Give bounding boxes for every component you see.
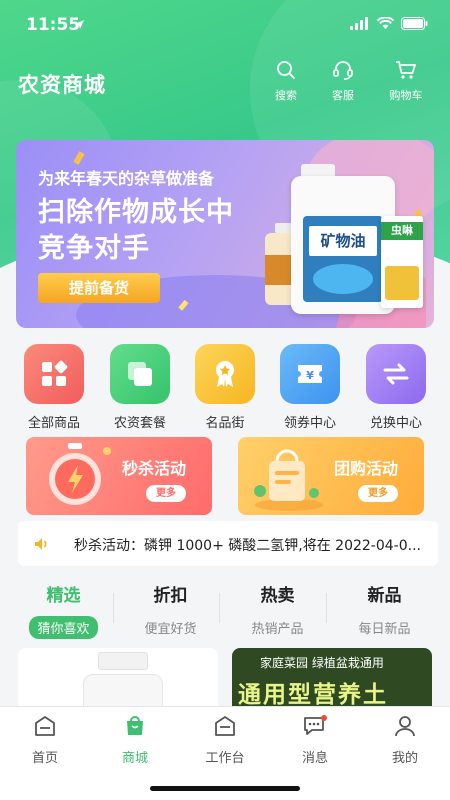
award-icon bbox=[195, 344, 255, 404]
tab-divider bbox=[326, 593, 327, 623]
tab-title: 热卖 bbox=[260, 586, 295, 606]
category-label: 兑换中心 bbox=[369, 416, 422, 431]
tab-subtitle: 猜你喜欢 bbox=[29, 616, 98, 639]
banner-headline-2: 竞争对手 bbox=[38, 233, 150, 264]
status-bar: 11:55 bbox=[0, 0, 450, 44]
feed-tabs: 精选 猜你喜欢 折扣 便宜好货 热卖 热销产品 新品 每日新品 bbox=[0, 575, 450, 639]
workbench-icon bbox=[215, 716, 235, 736]
category-label: 领券中心 bbox=[283, 416, 336, 431]
exchange-icon bbox=[366, 344, 426, 404]
tab-title: 精选 bbox=[46, 586, 81, 606]
insecticide-box-image: 虫啉 bbox=[381, 216, 423, 308]
cart-icon bbox=[396, 61, 416, 79]
tabbar-workbench[interactable]: 工作台 bbox=[185, 715, 265, 766]
home-indicator bbox=[150, 786, 300, 791]
grid-icon bbox=[24, 344, 84, 404]
customer-service-button[interactable]: 客服 bbox=[313, 60, 373, 103]
product-tagline: 家庭菜园 绿植盆栽通用 bbox=[260, 656, 384, 670]
promo-banner[interactable]: 为来年春天的杂草做准备 扫除作物成长中 竞争对手 提前备货 矿物油 虫啉 bbox=[16, 140, 434, 328]
category-label: 农资套餐 bbox=[113, 416, 166, 431]
banner-cta-button[interactable]: 提前备货 bbox=[38, 273, 160, 303]
tabbar-label: 商城 bbox=[121, 751, 148, 766]
message-icon bbox=[304, 715, 327, 735]
tabbar-mall[interactable]: 商城 bbox=[95, 715, 175, 766]
search-button[interactable]: 搜索 bbox=[256, 60, 316, 103]
flash-sale-more-button[interactable]: 更多 bbox=[146, 485, 186, 502]
category-coupon-center[interactable]: ¥ 领券中心 bbox=[270, 344, 350, 431]
tabbar-label: 消息 bbox=[301, 751, 328, 766]
speaker-icon bbox=[35, 538, 47, 550]
search-icon bbox=[277, 61, 295, 79]
tabbar-home[interactable]: 首页 bbox=[5, 715, 85, 766]
group-buy-more-button[interactable]: 更多 bbox=[358, 485, 398, 502]
home-icon bbox=[35, 716, 55, 736]
battery-icon bbox=[401, 17, 428, 30]
tab-discount[interactable]: 折扣 便宜好货 bbox=[117, 575, 224, 639]
page-title: 农资商城 bbox=[18, 73, 106, 97]
group-buy-card[interactable]: 团购活动 更多 bbox=[238, 437, 424, 515]
customer-service-label: 客服 bbox=[332, 89, 354, 102]
signal-icon bbox=[350, 17, 368, 30]
tab-hot-sale[interactable]: 热卖 热销产品 bbox=[224, 575, 331, 639]
tabbar-profile[interactable]: 我的 bbox=[365, 715, 445, 766]
flash-sale-title: 秒杀活动 bbox=[122, 459, 187, 478]
tabbar-messages[interactable]: 消息 bbox=[275, 715, 355, 766]
shop-bag-icon bbox=[127, 716, 143, 735]
stopwatch-icon bbox=[49, 443, 111, 505]
announcement-bar[interactable]: 秒杀活动：磷钾 1000+ 磷酸二氢钾,将在 2022-04-0... bbox=[18, 521, 438, 566]
tab-title: 折扣 bbox=[153, 586, 188, 606]
status-time: 11:55 bbox=[26, 15, 81, 35]
category-label: 全部商品 bbox=[27, 416, 80, 431]
jug-label: 矿物油 bbox=[309, 226, 377, 256]
tabbar-label: 首页 bbox=[31, 751, 58, 766]
category-package[interactable]: 农资套餐 bbox=[100, 344, 180, 431]
group-buy-title: 团购活动 bbox=[334, 459, 399, 478]
location-arrow-icon bbox=[75, 20, 84, 29]
box-label: 虫啉 bbox=[381, 222, 423, 240]
banner-subtitle: 为来年春天的杂草做准备 bbox=[38, 169, 215, 188]
banner-headline-1: 扫除作物成长中 bbox=[38, 197, 234, 228]
cart-label: 购物车 bbox=[389, 89, 423, 102]
shopping-bag-icon bbox=[254, 449, 323, 511]
headset-icon bbox=[333, 61, 353, 80]
svg-text:¥: ¥ bbox=[306, 369, 314, 382]
cart-button[interactable]: 购物车 bbox=[376, 60, 436, 103]
announcement-text: 秒杀活动：磷钾 1000+ 磷酸二氢钾,将在 2022-04-0... bbox=[74, 538, 421, 554]
mineral-oil-jug-image: 矿物油 bbox=[291, 164, 395, 314]
tabbar-label: 我的 bbox=[391, 751, 418, 766]
category-label: 名品街 bbox=[205, 416, 245, 431]
search-label: 搜索 bbox=[275, 89, 297, 102]
product-name: 通用型营养土 bbox=[238, 682, 388, 708]
category-exchange-center[interactable]: 兑换中心 bbox=[356, 344, 436, 431]
tab-featured[interactable]: 精选 猜你喜欢 bbox=[10, 575, 117, 639]
coupon-icon: ¥ bbox=[280, 344, 340, 404]
tab-new-arrivals[interactable]: 新品 每日新品 bbox=[331, 575, 438, 639]
category-all-products[interactable]: 全部商品 bbox=[14, 344, 94, 431]
tabbar-label: 工作台 bbox=[205, 751, 245, 766]
category-row: 全部商品 农资套餐 名品街 ¥ 领券中心 兑换中心 bbox=[0, 344, 450, 432]
tab-divider bbox=[113, 593, 114, 623]
profile-icon bbox=[395, 716, 415, 737]
tab-subtitle: 每日新品 bbox=[358, 622, 411, 637]
wifi-icon bbox=[377, 17, 394, 29]
tab-divider bbox=[219, 593, 220, 623]
tab-subtitle: 热销产品 bbox=[251, 622, 304, 637]
category-brand-street[interactable]: 名品街 bbox=[185, 344, 265, 431]
flash-sale-card[interactable]: 秒杀活动 更多 bbox=[26, 437, 212, 515]
tab-title: 新品 bbox=[367, 586, 402, 606]
tab-subtitle: 便宜好货 bbox=[144, 622, 197, 637]
package-icon bbox=[110, 344, 170, 404]
